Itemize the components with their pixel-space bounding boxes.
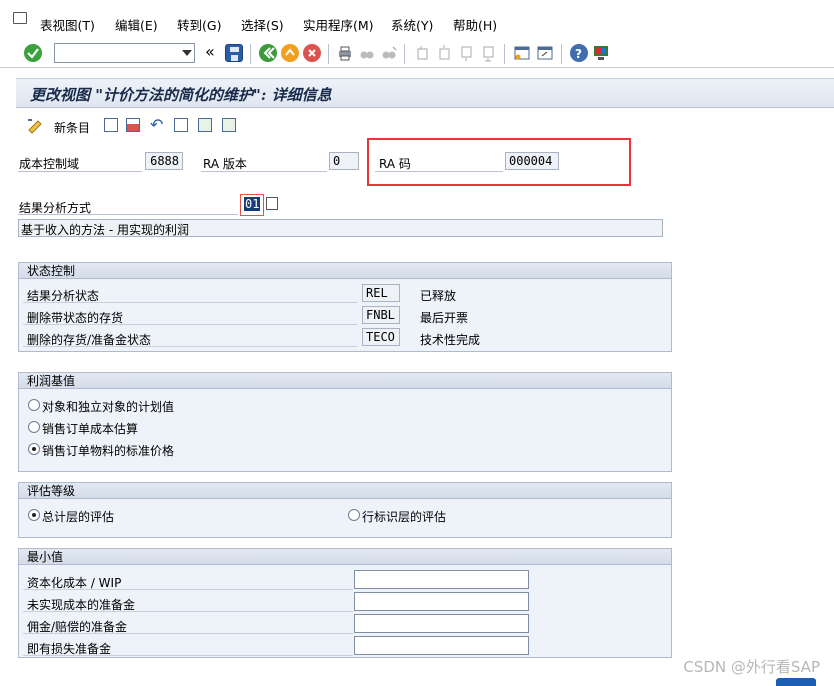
radio-standard-price[interactable] — [28, 443, 40, 455]
menu-edit[interactable]: 编辑(E) — [115, 15, 158, 34]
radio-standard-price-label: 销售订单物料的标准价格 — [42, 444, 175, 458]
command-field[interactable] — [54, 43, 195, 63]
separator — [404, 44, 405, 64]
find-icon[interactable] — [358, 44, 376, 62]
next-entry-icon[interactable] — [222, 118, 236, 132]
deleted-reserve-text: 技术性完成 — [420, 333, 481, 347]
minimum-values-group: 最小值 资本化成本 / WIP 未实现成本的准备金 佣金/赔偿的准备金 即有损失… — [18, 548, 672, 658]
ra-status-code: REL — [362, 284, 400, 302]
collapse-arrow-icon[interactable]: « — [205, 42, 215, 61]
watermark: CSDN @外行看SAP — [683, 658, 820, 676]
ra-version-label: RA 版本 — [203, 157, 247, 171]
method-field[interactable]: 01 — [240, 194, 264, 216]
deleted-reserve-code: TECO — [362, 328, 400, 346]
minimum-values-title: 最小值 — [19, 549, 671, 565]
svg-text:?: ? — [575, 47, 582, 61]
previous-entry-icon[interactable] — [198, 118, 212, 132]
application-toolbar: 新条目 ↶ — [16, 112, 834, 140]
enter-icon[interactable] — [24, 44, 42, 62]
status-control-group: 状态控制 结果分析状态 REL 已释放 删除带状态的存货 FNBL 最后开票 删… — [18, 262, 672, 352]
radio-line-id-level[interactable] — [348, 509, 360, 521]
radio-total-level[interactable] — [28, 509, 40, 521]
new-entries-button[interactable]: 新条目 — [54, 119, 90, 136]
last-page-icon[interactable] — [479, 44, 497, 62]
menu-goto[interactable]: 转到(G) — [177, 15, 221, 34]
min-loss-label: 即有损失准备金 — [27, 642, 112, 656]
min-unrealized-label: 未实现成本的准备金 — [27, 598, 136, 612]
title-bar: 更改视图 "计价方法的简化的维护": 详细信息 — [16, 78, 834, 108]
highlight-box — [367, 138, 631, 186]
separator — [250, 44, 251, 64]
delete-inventory-label: 删除带状态的存货 — [27, 311, 124, 325]
cancel-icon[interactable] — [303, 44, 321, 62]
sap-logo — [776, 678, 816, 686]
page-title: 更改视图 "计价方法的简化的维护": 详细信息 — [30, 86, 332, 104]
menu-icon[interactable] — [13, 12, 27, 24]
chevron-down-icon[interactable] — [182, 50, 192, 56]
min-unrealized-input[interactable] — [354, 592, 529, 611]
ra-version-value: 0 — [329, 152, 359, 170]
method-label: 结果分析方式 — [19, 201, 92, 215]
menu-table-view[interactable]: 表视图(T) — [40, 15, 95, 34]
min-commission-label: 佣金/赔偿的准备金 — [27, 620, 128, 634]
method-value: 01 — [244, 197, 261, 211]
prev-page-icon[interactable] — [435, 44, 453, 62]
method-description: 基于收入的方法 - 用实现的利润 — [18, 219, 663, 237]
deleted-reserve-label: 删除的存货/准备金状态 — [27, 333, 152, 347]
back-icon[interactable] — [259, 44, 277, 62]
profit-basis-title: 利润基值 — [19, 373, 671, 389]
radio-sales-order-costing[interactable] — [28, 421, 40, 433]
new-session-icon[interactable] — [513, 44, 531, 62]
display-change-icon[interactable] — [26, 116, 44, 134]
delete-icon[interactable] — [126, 118, 140, 132]
menu-selection[interactable]: 选择(S) — [241, 15, 284, 34]
first-page-icon[interactable] — [413, 44, 431, 62]
delete-inventory-code: FNBL — [362, 306, 400, 324]
select-all-icon[interactable] — [174, 118, 188, 132]
standard-toolbar: « ? — [0, 40, 834, 68]
print-icon[interactable] — [336, 44, 354, 62]
min-loss-input[interactable] — [354, 636, 529, 655]
radio-line-id-level-label: 行标识层的评估 — [362, 510, 447, 524]
controlling-area-label: 成本控制域 — [19, 157, 80, 171]
delete-inventory-text: 最后开票 — [420, 311, 469, 325]
menu-help[interactable]: 帮助(H) — [453, 15, 497, 34]
controlling-area-value: 6888 — [145, 152, 183, 170]
menu-bar: 表视图(T) 编辑(E) 转到(G) 选择(S) 实用程序(M) 系统(Y) 帮… — [0, 0, 834, 42]
separator — [328, 44, 329, 64]
radio-plan-values[interactable] — [28, 399, 40, 411]
valuation-level-group: 评估等级 总计层的评估 行标识层的评估 — [18, 482, 672, 538]
profit-basis-group: 利润基值 对象和独立对象的计划值 销售订单成本估算 销售订单物料的标准价格 — [18, 372, 672, 472]
menu-system[interactable]: 系统(Y) — [391, 15, 433, 34]
min-capitalized-input[interactable] — [354, 570, 529, 589]
search-help-icon[interactable] — [266, 197, 278, 210]
help-icon[interactable]: ? — [570, 44, 588, 62]
find-next-icon[interactable] — [380, 44, 398, 62]
undo-icon[interactable]: ↶ — [150, 115, 163, 134]
ra-status-text: 已释放 — [420, 289, 457, 303]
save-icon[interactable] — [225, 44, 243, 62]
menu-utilities[interactable]: 实用程序(M) — [303, 15, 374, 34]
next-page-icon[interactable] — [457, 44, 475, 62]
separator — [561, 44, 562, 64]
min-commission-input[interactable] — [354, 614, 529, 633]
copy-icon[interactable] — [104, 118, 118, 132]
radio-total-level-label: 总计层的评估 — [42, 510, 115, 524]
ra-status-label: 结果分析状态 — [27, 289, 100, 303]
radio-sales-order-costing-label: 销售订单成本估算 — [42, 422, 139, 436]
min-capitalized-label: 资本化成本 / WIP — [27, 576, 122, 590]
layout-icon[interactable] — [592, 44, 610, 62]
valuation-level-title: 评估等级 — [19, 483, 671, 499]
status-control-title: 状态控制 — [19, 263, 671, 279]
exit-icon[interactable] — [281, 44, 299, 62]
radio-plan-values-label: 对象和独立对象的计划值 — [42, 400, 175, 414]
separator — [504, 44, 505, 64]
shortcut-icon[interactable] — [536, 44, 554, 62]
